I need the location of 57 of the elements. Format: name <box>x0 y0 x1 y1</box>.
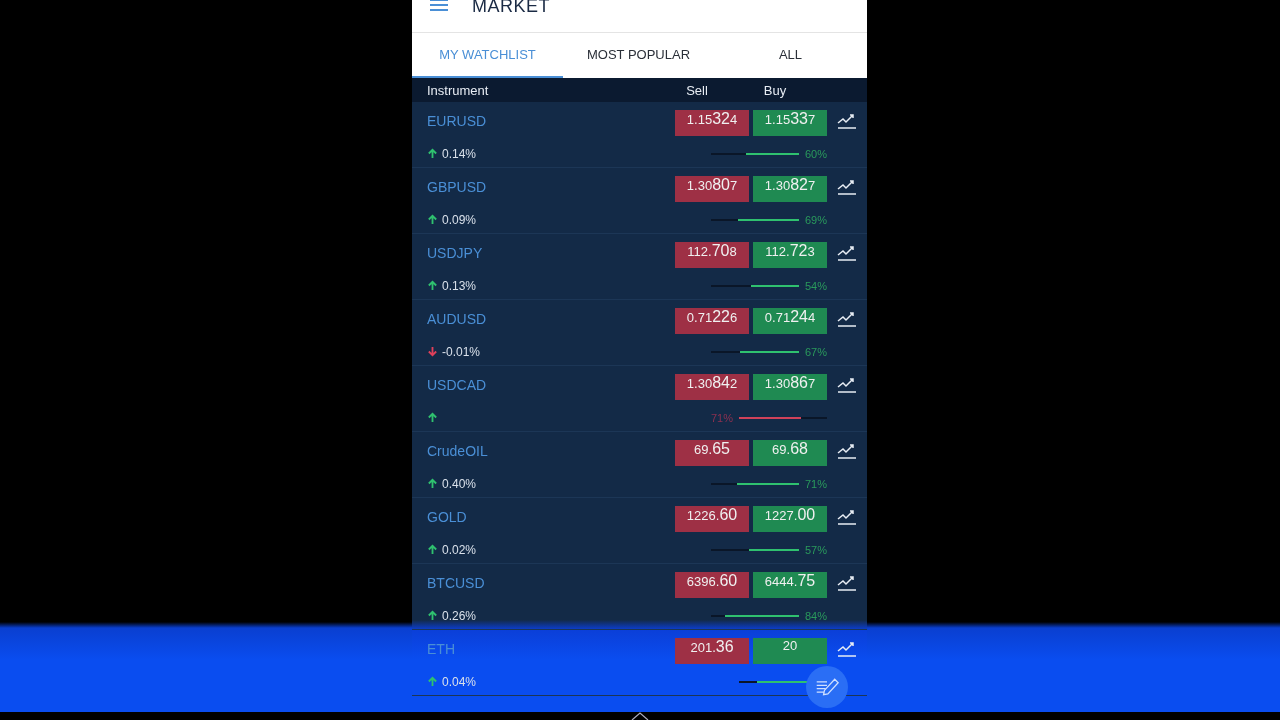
chart-icon[interactable] <box>837 376 857 393</box>
menu-icon[interactable] <box>430 0 448 11</box>
buy-price-button[interactable]: 1.30867 <box>753 373 827 400</box>
chart-icon[interactable] <box>837 508 857 525</box>
sell-price-button[interactable]: 1.15324 <box>675 109 749 136</box>
buy-price-button[interactable]: 20 <box>753 637 827 664</box>
sentiment-percent: 60% <box>804 147 827 160</box>
sell-price-button[interactable]: 6396.60 <box>675 571 749 598</box>
instrument-name[interactable]: USDCAD <box>427 376 675 393</box>
column-header: Buy <box>762 82 788 98</box>
chart-icon[interactable] <box>837 178 857 195</box>
change-percent: -0.01% <box>442 344 481 359</box>
instrument-name[interactable]: EURUSD <box>427 112 675 129</box>
change-percent: 0.02% <box>442 542 477 557</box>
column-header: Instrument <box>427 82 490 98</box>
buy-price-button[interactable]: 1.15337 <box>753 109 827 136</box>
buy-price-button[interactable]: 112.723 <box>753 241 827 268</box>
sentiment-percent: 71% <box>804 477 827 490</box>
buy-price-button[interactable]: 6444.75 <box>753 571 827 598</box>
buy-price-button[interactable]: 1227.00 <box>753 505 827 532</box>
buy-price-button[interactable]: 0.71244 <box>753 307 827 334</box>
sentiment-percent: 84% <box>804 609 827 622</box>
change-percent: 0.40% <box>442 476 477 491</box>
sell-price-button[interactable]: 112.708 <box>675 241 749 268</box>
buy-price-button[interactable]: 1.30827 <box>753 175 827 202</box>
change-percent: 0.13% <box>442 278 477 293</box>
chart-icon[interactable] <box>837 640 857 657</box>
change-percent: 0.09% <box>442 212 477 227</box>
sentiment-percent: 69% <box>804 213 827 226</box>
instrument-name[interactable]: CrudeOIL <box>427 442 675 459</box>
instrument-name[interactable]: BTCUSD <box>427 574 675 591</box>
buy-price-button[interactable]: 69.68 <box>753 439 827 466</box>
chart-icon[interactable] <box>837 112 857 129</box>
sentiment-percent: 67% <box>804 345 827 358</box>
sentiment-percent: 54% <box>804 279 827 292</box>
chart-icon[interactable] <box>837 442 857 459</box>
sell-price-button[interactable]: 1226.60 <box>675 505 749 532</box>
instrument-name[interactable]: USDJPY <box>427 244 675 261</box>
chevron-up-icon[interactable] <box>631 712 649 720</box>
change-percent: 0.04% <box>442 674 477 689</box>
sell-price-button[interactable]: 1.30842 <box>675 373 749 400</box>
sell-price-button[interactable]: 201.36 <box>675 637 749 664</box>
chart-icon[interactable] <box>837 310 857 327</box>
sell-price-button[interactable]: 0.71226 <box>675 307 749 334</box>
sentiment-percent: 57% <box>804 543 827 556</box>
chart-icon[interactable] <box>837 244 857 261</box>
sell-price-button[interactable]: 1.30807 <box>675 175 749 202</box>
instrument-name[interactable]: AUDUSD <box>427 310 675 327</box>
change-percent: 0.14% <box>442 146 477 161</box>
instrument-name[interactable]: GBPUSD <box>427 178 675 195</box>
column-header: Sell <box>685 82 709 98</box>
sell-price-button[interactable]: 69.65 <box>675 439 749 466</box>
change-percent: 0.26% <box>442 608 477 623</box>
page-title: MARKET <box>472 0 550 17</box>
instrument-name[interactable]: GOLD <box>427 508 675 525</box>
chart-icon[interactable] <box>837 574 857 591</box>
sentiment-percent: 71% <box>710 411 733 424</box>
